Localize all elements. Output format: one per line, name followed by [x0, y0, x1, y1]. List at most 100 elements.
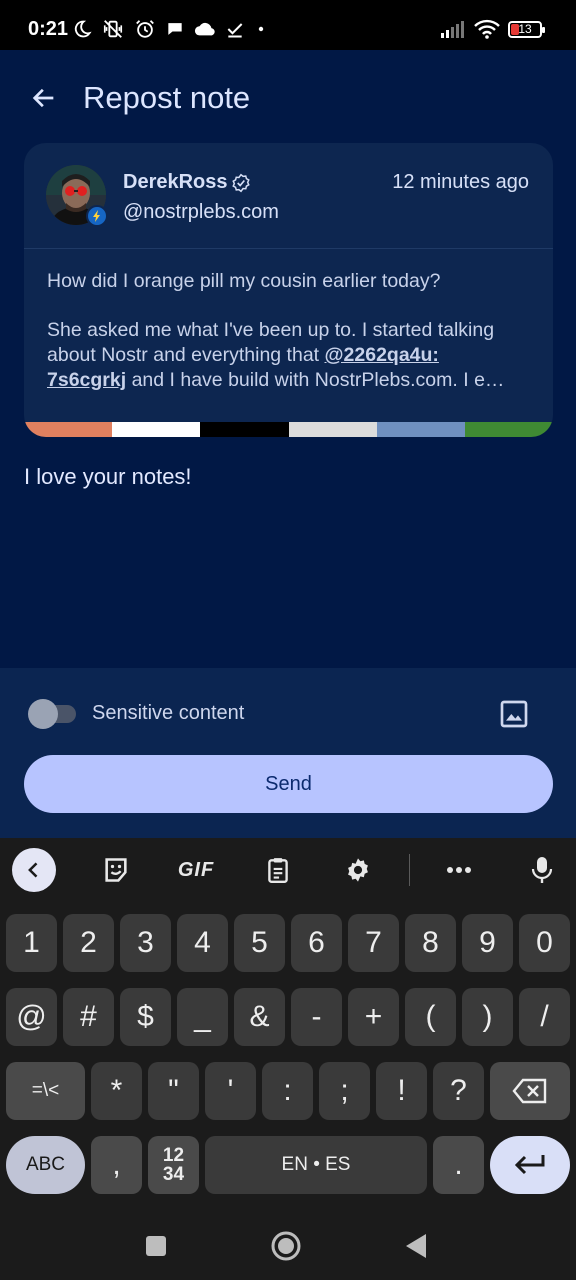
alarm-icon	[136, 20, 154, 38]
status-notification-icons	[72, 16, 268, 42]
verified-icon	[232, 173, 250, 193]
note-line: about Nostr and everything that @2262qa4…	[47, 343, 531, 368]
abc-key[interactable]: ABC	[6, 1136, 85, 1194]
key-open-paren[interactable]: (	[405, 988, 456, 1046]
sensitive-content-label: Sensitive content	[92, 702, 245, 724]
key-8[interactable]: 8	[405, 914, 456, 972]
status-system-icons: 13	[440, 16, 545, 42]
key-double-quote[interactable]: "	[148, 1062, 199, 1120]
gif-button[interactable]: GIF	[174, 850, 218, 890]
key-exclamation[interactable]: !	[376, 1062, 427, 1120]
enter-key[interactable]	[490, 1136, 570, 1194]
chat-icon	[168, 23, 182, 35]
numpad-top: 12	[162, 1145, 185, 1166]
key-more-symbols[interactable]: =\<	[6, 1062, 85, 1120]
status-time: 0:21	[28, 18, 69, 40]
sensitive-content-toggle[interactable]	[28, 699, 76, 729]
key-semicolon[interactable]: ;	[319, 1062, 370, 1120]
mic-icon	[531, 857, 553, 883]
recents-button[interactable]	[136, 1228, 176, 1264]
cloud-icon	[194, 22, 215, 36]
sticker-icon	[105, 858, 127, 882]
key-colon[interactable]: :	[262, 1062, 313, 1120]
dot-icon	[258, 26, 264, 32]
space-key[interactable]: EN • ES	[205, 1136, 427, 1194]
key-9[interactable]: 9	[462, 914, 513, 972]
battery-percent: 13	[518, 22, 532, 36]
note-content: How did I orange pill my cousin earlier …	[47, 269, 531, 393]
key-7[interactable]: 7	[348, 914, 399, 972]
key-comma[interactable]: ,	[91, 1136, 142, 1194]
backspace-icon	[512, 1078, 547, 1104]
note-line: How did I orange pill my cousin earlier …	[47, 270, 441, 292]
color-segment	[24, 422, 113, 437]
voice-input-button[interactable]	[520, 850, 564, 890]
soft-keyboard: GIF 1 2 3 4 5 6 7 8 9 0 @ # $ _ & - + ( …	[0, 838, 576, 1214]
key-0[interactable]: 0	[519, 914, 570, 972]
clipboard-icon	[268, 858, 288, 884]
key-asterisk[interactable]: *	[91, 1062, 142, 1120]
key-2[interactable]: 2	[63, 914, 114, 972]
toggle-thumb	[28, 699, 58, 729]
key-slash[interactable]: /	[519, 988, 570, 1046]
app-bar: Repost note	[0, 50, 576, 144]
key-3[interactable]: 3	[120, 914, 171, 972]
sticker-button[interactable]	[94, 850, 138, 890]
add-image-button[interactable]	[498, 698, 530, 735]
send-button[interactable]: Send	[24, 755, 553, 813]
moon-icon	[74, 20, 92, 38]
check-download-icon	[227, 23, 243, 38]
numpad-key[interactable]: 12 34	[148, 1136, 199, 1194]
key-6[interactable]: 6	[291, 914, 342, 972]
clipboard-button[interactable]	[256, 850, 300, 890]
reposted-note-card[interactable]: DerekRoss @nostrplebs.com 12 minutes ago…	[24, 143, 553, 437]
color-segment	[464, 422, 553, 437]
key-underscore[interactable]: _	[177, 988, 228, 1046]
note-text: and I have build with NostrPlebs.com. I …	[126, 369, 505, 391]
compose-actions-panel: Sensitive content Send	[0, 668, 576, 838]
key-ampersand[interactable]: &	[234, 988, 285, 1046]
key-hash[interactable]: #	[63, 988, 114, 1046]
back-nav-button[interactable]	[396, 1228, 436, 1264]
key-4[interactable]: 4	[177, 914, 228, 972]
color-segment	[112, 422, 201, 437]
gear-icon	[348, 858, 368, 882]
chevron-left-icon	[28, 862, 38, 878]
backspace-key[interactable]	[490, 1062, 570, 1120]
battery-icon: 13	[508, 20, 545, 38]
home-icon	[271, 1231, 301, 1261]
signal-icon	[441, 21, 464, 38]
note-text: about Nostr and everything that	[47, 344, 325, 366]
color-segment	[288, 422, 377, 437]
back-button[interactable]	[22, 78, 66, 118]
key-period[interactable]: .	[433, 1136, 484, 1194]
note-timestamp: 12 minutes ago	[392, 171, 529, 193]
color-segment	[200, 422, 289, 437]
key-plus[interactable]: +	[348, 988, 399, 1046]
key-question[interactable]: ?	[433, 1062, 484, 1120]
key-dollar[interactable]: $	[120, 988, 171, 1046]
more-icon	[447, 867, 471, 873]
mention-link[interactable]: 7s6cgrkj	[47, 369, 126, 391]
author-color-strip	[24, 422, 553, 437]
note-line: 7s6cgrkj and I have build with NostrPleb…	[47, 368, 531, 393]
vibrate-off-icon	[103, 20, 123, 38]
more-button[interactable]	[437, 850, 481, 890]
key-5[interactable]: 5	[234, 914, 285, 972]
zap-badge	[86, 205, 108, 227]
settings-button[interactable]	[336, 850, 380, 890]
key-1[interactable]: 1	[6, 914, 57, 972]
key-single-quote[interactable]: '	[205, 1062, 256, 1120]
key-at[interactable]: @	[6, 988, 57, 1046]
mention-link[interactable]: @2262qa4u:	[325, 344, 439, 366]
back-icon	[406, 1234, 426, 1258]
collapse-keyboard-button[interactable]	[12, 848, 56, 892]
note-line: She asked me what I've been up to. I sta…	[47, 319, 495, 341]
home-button[interactable]	[266, 1228, 306, 1264]
author-name[interactable]: DerekRoss	[123, 171, 228, 194]
key-minus[interactable]: -	[291, 988, 342, 1046]
navigation-bar	[0, 1214, 576, 1280]
key-close-paren[interactable]: )	[462, 988, 513, 1046]
comment-input[interactable]: I love your notes!	[24, 464, 192, 490]
wifi-icon	[474, 19, 500, 39]
